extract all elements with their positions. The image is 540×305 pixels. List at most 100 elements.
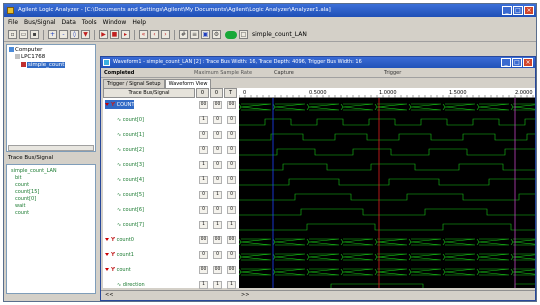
status-light-icon	[225, 30, 237, 39]
timeline-tick-label: 2.0000	[515, 90, 533, 96]
prev-icon[interactable]: ‹	[150, 30, 159, 39]
table-row[interactable]: ∿ direction 1 1 1	[103, 280, 239, 290]
save-icon[interactable]: ▪	[30, 30, 39, 39]
tree-selected[interactable]: simple_count	[21, 62, 66, 68]
table-row[interactable]: Ƴ COUNT 00 00 00	[103, 100, 239, 110]
value-cell: 0	[213, 146, 222, 154]
signal-waveform	[239, 208, 535, 216]
expand-icon[interactable]	[105, 238, 109, 241]
menu-bus-signal[interactable]: Bus/Signal	[24, 17, 56, 28]
table-row[interactable]: ∿ count[4] 1 0 0	[103, 175, 239, 185]
signal-item[interactable]: count	[15, 182, 29, 188]
device-red-icon	[21, 62, 26, 67]
menu-tools[interactable]: Tools	[82, 17, 97, 28]
col-header-2: 0	[210, 88, 223, 98]
menu-bar: File Bus/Signal Data Tools Window Help	[4, 17, 536, 28]
table-row[interactable]: ∿ count[3] 1 0 0	[103, 160, 239, 170]
tab-trigger-signal-setup[interactable]: Trigger / Signal Setup	[103, 79, 165, 88]
signal-item[interactable]: count[15]	[15, 189, 39, 195]
device-icon[interactable]: □	[239, 30, 248, 39]
signal-waveform	[239, 148, 535, 156]
inner-maximize-button[interactable]: □	[512, 58, 522, 67]
zoom-in-icon[interactable]: +	[48, 30, 57, 39]
maximize-button[interactable]: □	[513, 6, 523, 15]
tree-scrollbar[interactable]	[8, 145, 94, 151]
waveform-display[interactable]: 0 0.5000 1.0000 1.5000 2.0000	[239, 88, 535, 288]
zoom-out-icon[interactable]: -	[59, 30, 68, 39]
signal-waveform	[239, 133, 535, 141]
bus-icon: Ƴ	[111, 237, 115, 243]
signal-item[interactable]: simple_count_LAN	[11, 168, 57, 174]
table-row[interactable]: ∿ count[6] 0 0 0	[103, 205, 239, 215]
scroll-left-button[interactable]: <<	[105, 291, 113, 300]
value-cell: 1	[199, 116, 208, 124]
value-cell: 1	[213, 221, 222, 229]
next-icon[interactable]: ›	[161, 30, 170, 39]
new-file-icon[interactable]: ▫	[8, 30, 17, 39]
expand-icon[interactable]	[105, 103, 109, 106]
value-cell: 0	[227, 176, 236, 184]
table-row[interactable]: ∿ count[0] 1 0 0	[103, 115, 239, 125]
signal-item[interactable]: count[0]	[15, 196, 36, 202]
run-icon[interactable]: ▶	[99, 30, 108, 39]
first-icon[interactable]: «	[139, 30, 148, 39]
close-button[interactable]: ×	[524, 6, 534, 15]
bus-waveform	[239, 238, 535, 246]
menu-window[interactable]: Window	[103, 17, 127, 28]
chart-icon[interactable]: ≡	[190, 30, 199, 39]
value-cell: 0	[199, 206, 208, 214]
marker-icon[interactable]: ▼	[81, 30, 90, 39]
signal-item[interactable]: count	[15, 210, 29, 216]
tree-child[interactable]: LPC1768	[15, 54, 45, 60]
value-cell: 0	[213, 176, 222, 184]
col-header-1: 0	[196, 88, 209, 98]
value-cell: 0	[227, 251, 236, 259]
window-title: Agilent Logic Analyzer - [C:\Documents a…	[18, 7, 331, 13]
value-cell: 00	[213, 266, 222, 274]
settings-icon[interactable]: ⚙	[212, 30, 221, 39]
timeline-tick-label: 1.5000	[449, 90, 467, 96]
scroll-right-button[interactable]: >>	[241, 291, 249, 300]
capture-status-row: Completed Maximum Sample Rate Capture Tr…	[101, 68, 535, 78]
timeline-tick-label: 1.0000	[379, 90, 397, 96]
signals-panel: simple_count_LAN bit count count[15] cou…	[6, 164, 96, 294]
inner-minimize-button[interactable]: _	[501, 58, 511, 67]
step-icon[interactable]: ▸	[121, 30, 130, 39]
signal-item[interactable]: bit	[15, 175, 22, 181]
inner-close-button[interactable]: ×	[523, 58, 533, 67]
signal-icon: ∿	[117, 192, 122, 198]
bus-icon: Ƴ	[111, 102, 115, 108]
grid-icon[interactable]: #	[179, 30, 188, 39]
expand-icon[interactable]	[105, 268, 109, 271]
signal-icon: ∿	[117, 222, 122, 228]
signal-icon: ∿	[117, 162, 122, 168]
monitor-icon[interactable]: ▣	[201, 30, 210, 39]
open-folder-icon[interactable]: ▭	[19, 30, 28, 39]
zoom-fit-icon[interactable]: ◊	[70, 30, 79, 39]
menu-file[interactable]: File	[8, 17, 18, 28]
col-header-3: T	[224, 88, 237, 98]
tab-waveform-view[interactable]: Waveform View	[164, 79, 212, 88]
table-row[interactable]: ∿ count[5] 0 1 0	[103, 190, 239, 200]
menu-data[interactable]: Data	[62, 17, 76, 28]
tree-root[interactable]: Computer	[9, 47, 42, 53]
value-cell: 00	[227, 266, 236, 274]
table-row[interactable]: Ƴ count1 0 0 0	[103, 250, 239, 260]
signal-name: ∿ count[7]	[117, 222, 144, 228]
table-row[interactable]: ∿ count[7] 1 1 1	[103, 220, 239, 230]
bottom-scrollbar[interactable]: << >>	[101, 290, 535, 300]
table-row[interactable]: ∿ count[2] 0 0 0	[103, 145, 239, 155]
signal-waveform	[239, 223, 535, 231]
value-cell: 1	[199, 281, 208, 289]
table-row[interactable]: ∿ count[1] 0 0 0	[103, 130, 239, 140]
signal-waveform	[239, 193, 535, 201]
bus-waveform	[239, 268, 535, 276]
table-row[interactable]: Ƴ count 00 00 00	[103, 265, 239, 275]
signal-item[interactable]: wait	[15, 203, 26, 209]
minimize-button[interactable]: _	[502, 6, 512, 15]
table-row[interactable]: Ƴ count0 00 00 00	[103, 235, 239, 245]
menu-help[interactable]: Help	[132, 17, 146, 28]
computer-icon	[9, 47, 14, 52]
stop-icon[interactable]: ■	[110, 30, 119, 39]
expand-icon[interactable]	[105, 253, 109, 256]
